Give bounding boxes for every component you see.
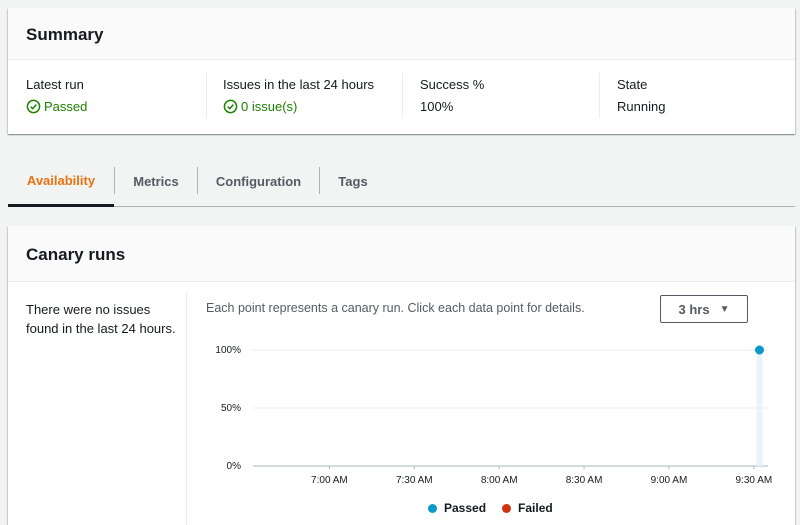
check-circle-icon [223, 99, 238, 114]
y-tick-label: 50% [221, 403, 241, 414]
latest-run-value: Passed [26, 99, 87, 114]
x-tick-label: 8:30 AM [566, 475, 603, 486]
latest-run-label: Latest run [26, 77, 84, 92]
passed-dot-icon [428, 503, 437, 513]
tab-tags[interactable]: Tags [320, 157, 386, 206]
check-circle-icon [26, 99, 41, 114]
success-label: Success % [420, 77, 485, 92]
state-label: State [617, 77, 648, 92]
x-tick-label: 9:30 AM [736, 475, 773, 486]
issues-label: Issues in the last 24 hours [223, 77, 375, 92]
x-tick-label: 7:00 AM [311, 475, 348, 486]
canary-runs-chart: 100% 50% 0% 7:00 AM 7:30 AM 8:00 AM 8:30 AM 9:0… [215, 345, 773, 486]
success-value: 100% [420, 99, 454, 114]
point-highlight [756, 350, 763, 466]
legend-failed-label: Failed [518, 501, 553, 515]
summary-title: Summary [26, 25, 104, 44]
tab-configuration[interactable]: Configuration [198, 157, 319, 206]
failed-dot-icon [502, 503, 512, 513]
latest-run-status: Passed [44, 99, 88, 114]
y-tick-label: 0% [227, 461, 242, 472]
x-tick-label: 7:30 AM [396, 475, 433, 486]
tab-metrics[interactable]: Metrics [115, 157, 197, 206]
tab-bar: Availability Metrics Configuration Tags [8, 157, 795, 207]
x-tick-label: 9:00 AM [651, 475, 688, 486]
stat-divider [599, 73, 600, 118]
canary-runs-panel: Canary runs There were no issues found i… [8, 226, 795, 525]
legend-failed[interactable]: Failed [502, 501, 553, 515]
state-value: Running [617, 99, 666, 114]
issues-value: 0 issue(s) [223, 99, 297, 114]
summary-panel: Summary Latest run Passed Issues in the … [8, 8, 795, 134]
issues-count: 0 issue(s) [241, 99, 298, 114]
stat-divider [206, 73, 207, 118]
tab-availability[interactable]: Availability [8, 157, 114, 207]
legend-passed-label: Passed [444, 501, 487, 515]
y-tick-label: 100% [215, 345, 241, 356]
stat-divider [402, 73, 403, 118]
x-tick-label: 8:00 AM [481, 475, 518, 486]
data-point-passed[interactable] [755, 345, 765, 355]
chart-legend: Passed Failed [428, 501, 569, 515]
legend-passed[interactable]: Passed [428, 501, 486, 515]
summary-header: Summary [8, 8, 795, 60]
